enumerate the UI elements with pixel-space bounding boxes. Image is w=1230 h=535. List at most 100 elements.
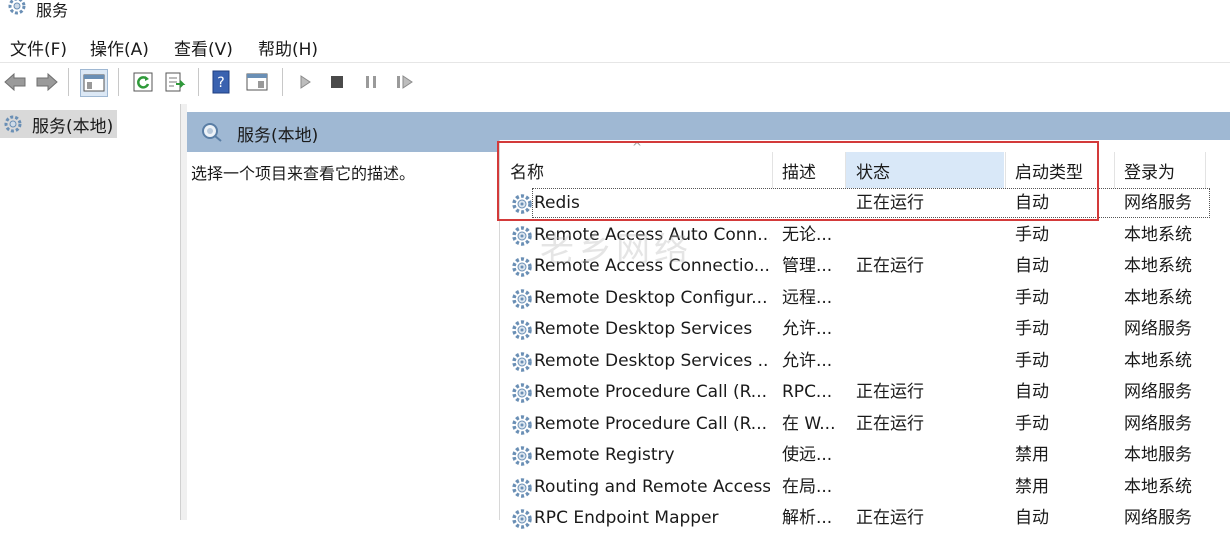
service-name: Remote Desktop Services bbox=[534, 319, 753, 339]
table-row[interactable]: Remote Desktop Services 允许... 手动 网络服务 bbox=[500, 314, 1230, 345]
services-list: ^ 名称 描述 状态 启动类型 登录为 Redis 正在运行 自动 网络服务 Remot… bbox=[499, 140, 1230, 529]
service-log-on-as: 网络服务 bbox=[1124, 413, 1192, 434]
service-name: RPC Endpoint Mapper bbox=[534, 508, 719, 528]
service-description: RPC... bbox=[782, 382, 833, 402]
service-status bbox=[856, 220, 996, 251]
service-description: 允许... bbox=[782, 350, 833, 371]
table-row[interactable]: Remote Access Auto Conn... 无论... 手动 本地系统 bbox=[500, 220, 1230, 251]
table-row[interactable]: Routing and Remote Access 在局... 禁用 本地系统 bbox=[500, 472, 1230, 503]
service-status: 正在运行 bbox=[856, 382, 924, 402]
pause-service-icon[interactable] bbox=[358, 69, 384, 95]
service-name: Redis bbox=[534, 193, 580, 213]
menu-action[interactable]: 操作(A) bbox=[90, 35, 149, 60]
table-row[interactable]: Remote Access Connectio... 管理... 正在运行 自动 本地系… bbox=[500, 251, 1230, 282]
service-gear-icon bbox=[510, 381, 534, 405]
service-name: Remote Desktop Configur... bbox=[534, 287, 768, 308]
console-tree: 服务(本地) bbox=[0, 104, 181, 520]
menu-view[interactable]: 查看(V) bbox=[174, 35, 233, 60]
service-log-on-as: 本地系统 bbox=[1124, 476, 1192, 497]
table-row[interactable]: Remote Desktop Services ... 允许... 手动 本地系统 bbox=[500, 346, 1230, 377]
toolbar-separator bbox=[68, 68, 69, 96]
help-icon[interactable]: ? bbox=[208, 69, 234, 95]
menu-help[interactable]: 帮助(H) bbox=[258, 35, 318, 60]
service-description: 使远... bbox=[782, 445, 833, 465]
service-status bbox=[856, 472, 996, 503]
service-startup-type: 手动 bbox=[1015, 319, 1049, 339]
back-arrow-icon[interactable] bbox=[2, 69, 28, 95]
restart-service-icon[interactable] bbox=[392, 69, 418, 95]
start-service-icon[interactable] bbox=[292, 69, 318, 95]
table-row[interactable]: Remote Desktop Configur... 远程... 手动 本地系统 bbox=[500, 283, 1230, 314]
table-row[interactable]: Remote Registry 使远... 禁用 本地服务 bbox=[500, 440, 1230, 471]
service-log-on-as: 网络服务 bbox=[1124, 319, 1192, 339]
service-log-on-as: 本地系统 bbox=[1124, 350, 1192, 371]
service-log-on-as: 本地系统 bbox=[1124, 287, 1192, 308]
column-separator[interactable] bbox=[1205, 152, 1206, 188]
service-description: 在 W... bbox=[782, 413, 836, 434]
panel-title: 服务(本地) bbox=[237, 126, 319, 146]
service-startup-type: 自动 bbox=[1015, 382, 1049, 402]
service-log-on-as: 网络服务 bbox=[1124, 193, 1192, 213]
service-gear-icon bbox=[510, 287, 534, 311]
services-gear-icon bbox=[2, 112, 26, 136]
service-log-on-as: 本地系统 bbox=[1124, 224, 1192, 245]
details-pane: 服务(本地) 选择一个项目来查看它的描述。 ^ 名称 描述 状态 启动类型 登录… bbox=[187, 104, 1230, 529]
service-name: Routing and Remote Access bbox=[534, 476, 770, 497]
window-title: 服务 bbox=[36, 1, 69, 20]
menu-bar: 文件(F) 操作(A) 查看(V) 帮助(H) bbox=[0, 28, 1230, 63]
export-list-icon[interactable] bbox=[162, 69, 188, 95]
service-name: Remote Registry bbox=[534, 445, 675, 465]
table-row[interactable]: Remote Procedure Call (R... RPC... 正在运行 自动 网… bbox=[500, 377, 1230, 408]
service-startup-type: 自动 bbox=[1015, 508, 1049, 528]
table-row[interactable]: Remote Procedure Call (R... 在 W... 正在运行 手动 网… bbox=[500, 409, 1230, 440]
service-log-on-as: 本地服务 bbox=[1124, 445, 1192, 465]
service-startup-type: 禁用 bbox=[1015, 445, 1049, 465]
column-header-name[interactable]: 名称 bbox=[500, 152, 770, 188]
show-hide-console-tree-icon[interactable] bbox=[80, 69, 108, 97]
table-row[interactable]: Redis 正在运行 自动 网络服务 bbox=[500, 188, 1230, 219]
service-name: Remote Procedure Call (R... bbox=[534, 413, 768, 434]
column-header-startup-type[interactable]: 启动类型 bbox=[1005, 152, 1113, 188]
service-startup-type: 手动 bbox=[1015, 413, 1049, 434]
service-description: 在局... bbox=[782, 476, 833, 497]
refresh-icon[interactable] bbox=[130, 69, 156, 95]
service-log-on-as: 网络服务 bbox=[1124, 382, 1192, 402]
service-description: 管理... bbox=[782, 256, 833, 276]
column-header-log-on-as[interactable]: 登录为 bbox=[1114, 152, 1214, 188]
service-description: 允许... bbox=[782, 319, 833, 339]
service-status bbox=[856, 283, 996, 314]
service-description: 远程... bbox=[782, 287, 833, 308]
service-name: Remote Desktop Services ... bbox=[534, 350, 770, 371]
column-header-description[interactable]: 描述 bbox=[772, 152, 844, 188]
tree-item-label: 服务(本地) bbox=[32, 116, 114, 137]
service-status: 正在运行 bbox=[856, 413, 924, 434]
table-row[interactable]: RPC Endpoint Mapper 解析... 正在运行 自动 网络服务 bbox=[500, 503, 1230, 534]
service-status bbox=[856, 440, 996, 471]
service-gear-icon bbox=[510, 444, 534, 468]
service-gear-icon bbox=[510, 350, 534, 374]
stop-service-icon[interactable] bbox=[324, 69, 350, 95]
service-status bbox=[856, 314, 996, 345]
service-startup-type: 禁用 bbox=[1015, 476, 1049, 497]
forward-arrow-icon[interactable] bbox=[34, 69, 60, 95]
service-gear-icon bbox=[510, 224, 534, 248]
svg-text:?: ? bbox=[217, 75, 224, 91]
service-startup-type: 自动 bbox=[1015, 256, 1049, 276]
column-header-status[interactable]: 状态 bbox=[846, 152, 1004, 188]
search-gear-icon bbox=[199, 120, 225, 148]
service-description: 无论... bbox=[782, 224, 833, 245]
service-gear-icon bbox=[510, 192, 534, 216]
service-startup-type: 手动 bbox=[1015, 350, 1049, 371]
service-description bbox=[782, 188, 844, 219]
service-description: 解析... bbox=[782, 508, 833, 528]
tree-item-services-local[interactable]: 服务(本地) bbox=[0, 110, 118, 138]
description-text: 选择一个项目来查看它的描述。 bbox=[191, 164, 416, 183]
toolbar-separator bbox=[198, 68, 199, 96]
service-startup-type: 自动 bbox=[1015, 193, 1049, 213]
service-startup-type: 手动 bbox=[1015, 224, 1049, 245]
toolbar-separator bbox=[282, 68, 283, 96]
menu-file[interactable]: 文件(F) bbox=[10, 35, 67, 60]
service-status: 正在运行 bbox=[856, 256, 924, 276]
properties-icon[interactable] bbox=[244, 69, 270, 95]
service-gear-icon bbox=[510, 413, 534, 437]
